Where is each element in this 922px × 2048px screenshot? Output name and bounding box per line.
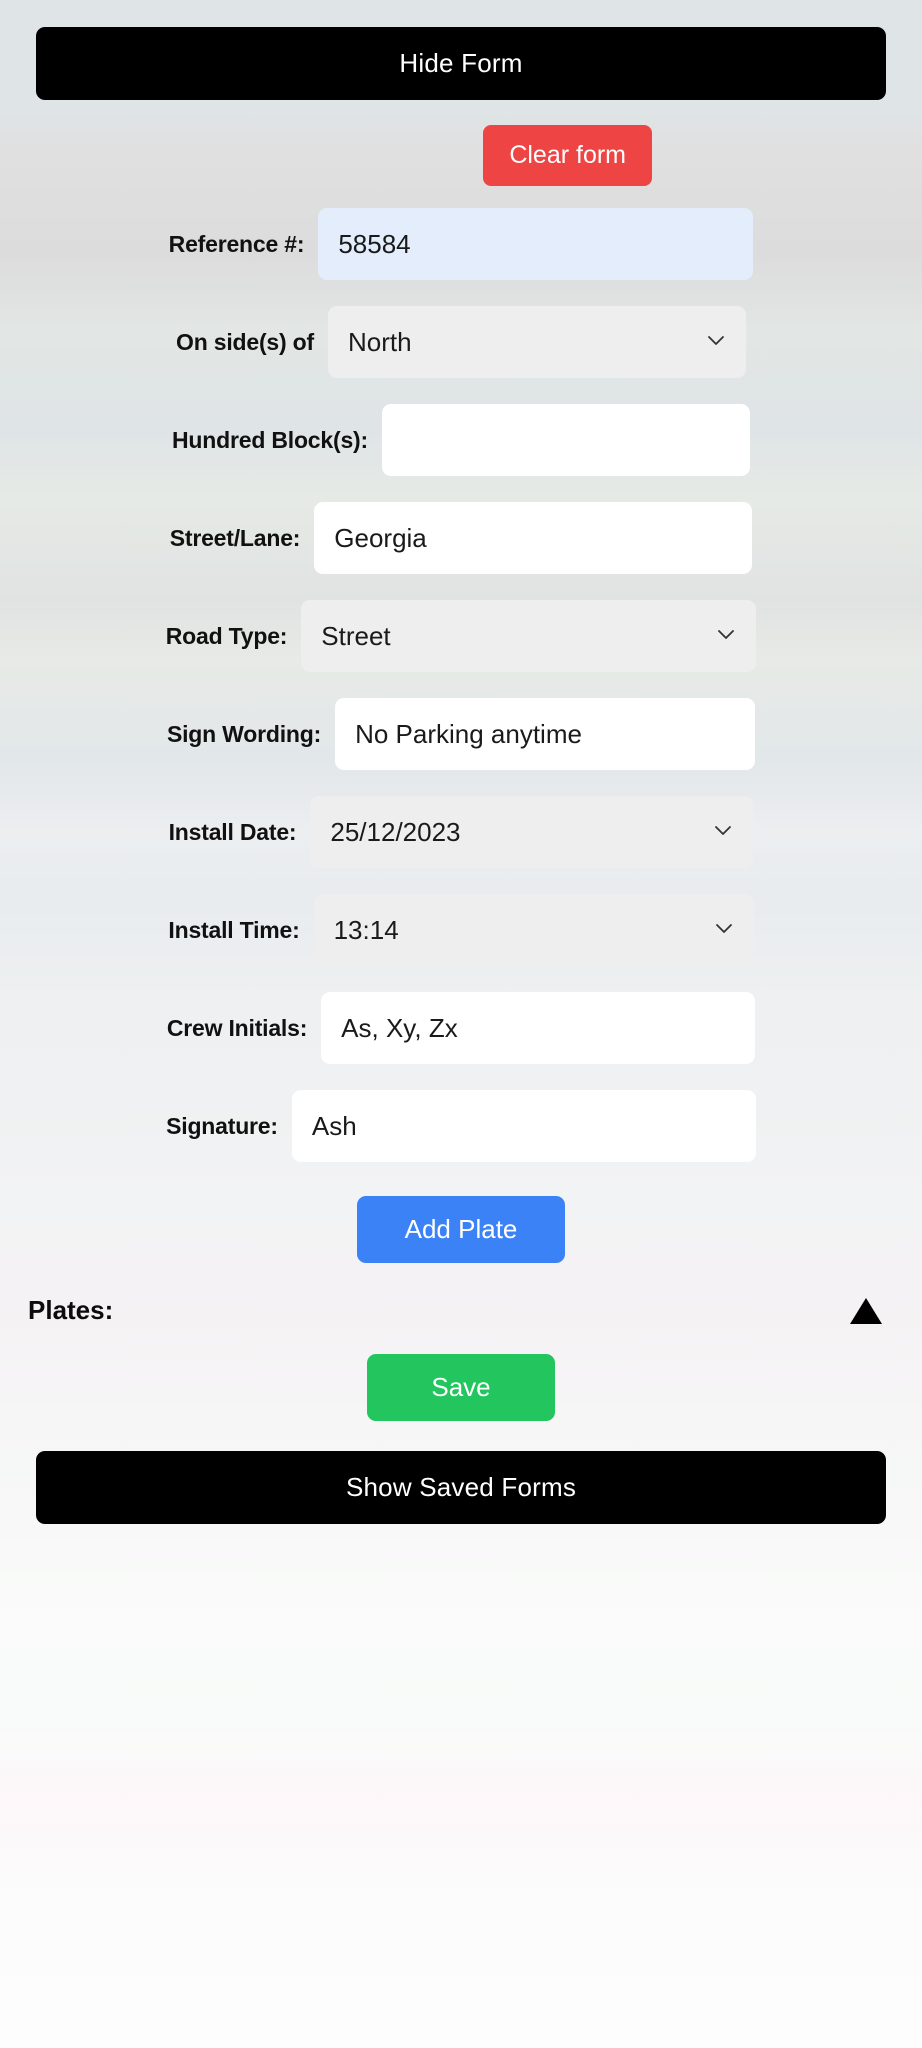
field-input[interactable] [381, 404, 750, 476]
field-label: Hundred Block(s): [172, 426, 368, 453]
form-row: Reference #: [0, 208, 922, 280]
field-label: On side(s) of [176, 328, 314, 355]
form-row: Hundred Block(s): [0, 404, 922, 476]
plates-label: Plates: [28, 1295, 114, 1325]
show-saved-forms-button[interactable]: Show Saved Forms [36, 1451, 886, 1524]
select-wrapper: 13:14 [313, 894, 754, 966]
clear-form-button[interactable]: Clear form [483, 125, 652, 186]
save-row: Save [0, 1354, 922, 1421]
form-row: On side(s) of North [0, 306, 922, 378]
field-label: Crew Initials: [166, 1014, 308, 1041]
form-row: Crew Initials: [0, 992, 922, 1064]
app-root: Hide Form Clear form Reference #: On side… [0, 0, 922, 2048]
field-input[interactable] [314, 502, 753, 574]
form-row: Road Type: Street [0, 600, 922, 672]
form-row: Signature: [0, 1090, 922, 1162]
select-wrapper: North [327, 306, 746, 378]
field-input[interactable] [291, 1090, 756, 1162]
form-row: Street/Lane: [0, 502, 922, 574]
field-input[interactable] [318, 208, 754, 280]
field-label: Road Type: [165, 622, 288, 649]
select-wrapper: Street [301, 600, 757, 672]
field-select[interactable]: North [327, 306, 746, 378]
field-label: Install Date: [168, 818, 297, 845]
install-form: Reference #: On side(s) of North Hundred Bl… [0, 186, 922, 1188]
field-select[interactable]: 25/12/2023 [310, 796, 754, 868]
save-button[interactable]: Save [367, 1354, 555, 1421]
field-input[interactable] [321, 992, 756, 1064]
add-plate-row: Add Plate [0, 1196, 922, 1263]
form-row: Sign Wording: [0, 698, 922, 770]
triangle-up-icon[interactable] [850, 1297, 882, 1324]
field-label: Street/Lane: [169, 524, 301, 551]
form-row: Install Date: 25/12/2023 [0, 796, 922, 868]
clear-form-row: Clear form [0, 100, 922, 186]
form-row: Install Time: 13:14 [0, 894, 922, 966]
field-label: Signature: [166, 1112, 278, 1139]
field-input[interactable] [335, 698, 756, 770]
field-label: Reference #: [168, 230, 305, 257]
field-select[interactable]: 13:14 [313, 894, 754, 966]
field-label: Sign Wording: [166, 720, 322, 747]
add-plate-button[interactable]: Add Plate [356, 1196, 566, 1263]
field-select[interactable]: Street [301, 600, 757, 672]
hide-form-button[interactable]: Hide Form [36, 27, 886, 100]
plates-section-header: Plates: [0, 1263, 922, 1326]
field-label: Install Time: [168, 916, 300, 943]
select-wrapper: 25/12/2023 [310, 796, 754, 868]
top-toolbar: Hide Form [0, 0, 922, 100]
bottom-toolbar: Show Saved Forms [0, 1421, 922, 1524]
